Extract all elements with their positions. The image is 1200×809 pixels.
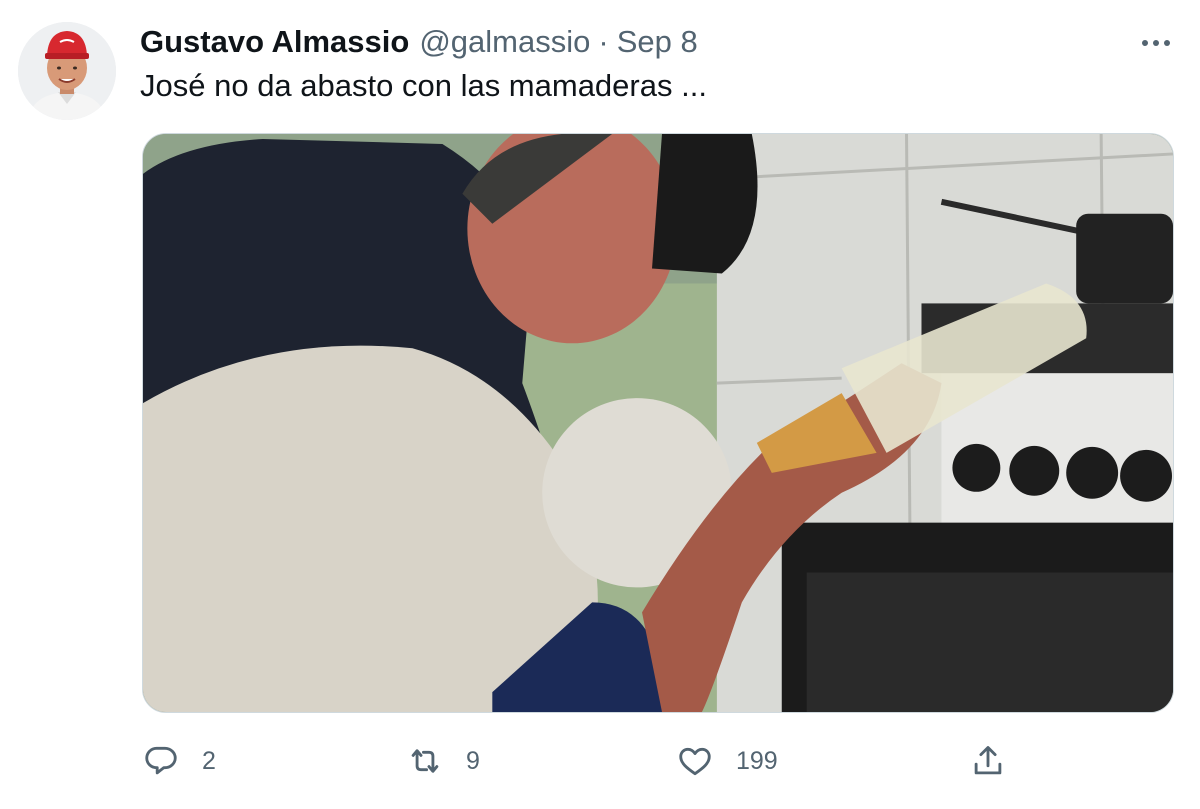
retweet-count: 9: [466, 746, 480, 775]
more-options-button[interactable]: [1136, 30, 1176, 56]
like-count: 199: [736, 746, 778, 775]
speech-bubble-icon: [145, 746, 177, 775]
more-horizontal-icon: [1142, 40, 1148, 46]
like-button[interactable]: 199: [676, 738, 778, 784]
heart-outline-icon: [679, 747, 711, 776]
more-dot: [1164, 40, 1170, 46]
user-handle[interactable]: @galmassio: [419, 24, 590, 60]
reply-count: 2: [202, 746, 216, 775]
retweet-button[interactable]: 9: [406, 738, 480, 784]
more-dot: [1153, 40, 1159, 46]
tweet-photo[interactable]: [142, 133, 1174, 713]
tweet-card[interactable]: Gustavo Almassio @galmassio · Sep 8 José…: [0, 0, 1200, 809]
retweet-arrows-icon: [411, 749, 439, 773]
avatar-image: [18, 22, 116, 120]
avatar[interactable]: [18, 22, 116, 120]
tweet-actions: 2 9 199: [140, 738, 1020, 784]
reply-button[interactable]: 2: [142, 738, 216, 784]
tweet-date[interactable]: Sep 8: [617, 24, 698, 60]
tweet-header: Gustavo Almassio @galmassio · Sep 8: [140, 24, 698, 64]
share-button[interactable]: [969, 738, 1007, 784]
separator-dot: ·: [598, 24, 609, 59]
share-upload-icon: [974, 746, 1002, 775]
photo-image: [143, 134, 1173, 712]
tweet-text: José no da abasto con las mamaderas ...: [140, 68, 707, 103]
display-name[interactable]: Gustavo Almassio: [140, 24, 409, 60]
